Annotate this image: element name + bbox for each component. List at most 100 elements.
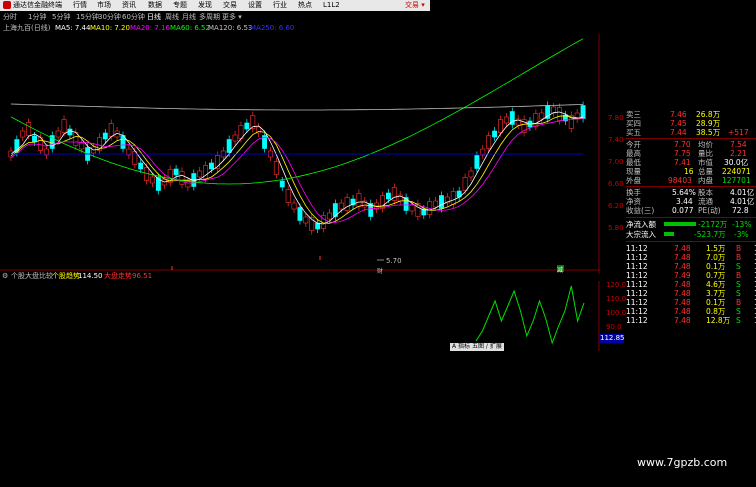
tab-indicator[interactable]: 指标 五图: [458, 343, 484, 350]
low-marker-text: 5.70: [386, 257, 402, 265]
stat-value: 7.75: [674, 149, 691, 158]
tick-price: 7.48: [674, 316, 691, 325]
menu-item-redian[interactable]: 热点: [298, 0, 312, 11]
subchart-header: ⚙ 个股大盘比较 个股趋势 114.50 大盘走势 96.51: [0, 272, 600, 281]
period-more-dropdown[interactable]: 更多 ▾: [222, 12, 242, 23]
menu-item-faxian[interactable]: 发现: [198, 0, 212, 11]
ma60-label: MA60: 6.52: [170, 24, 210, 32]
watermark: www.7gpzb.com: [637, 456, 728, 469]
tab-a[interactable]: A: [452, 343, 456, 350]
ma-legend: 上海九百(日线) MA5: 7.44 MA10: 7.20 MA20: 7.16…: [0, 23, 426, 33]
period-15min[interactable]: 15分钟: [76, 12, 99, 23]
menu-item-shuju[interactable]: 数据: [148, 0, 162, 11]
stat-label: 市值: [698, 158, 713, 167]
candle: [433, 200, 439, 208]
stat-row: 净资 3.44 流通 4.01亿: [602, 197, 756, 206]
stat-row: 今开 7.70 均价 7.54: [602, 140, 756, 149]
candle: [132, 151, 138, 165]
menu-item-l1l2[interactable]: L1L2: [323, 0, 340, 11]
flow-label: 大宗流入: [626, 230, 656, 239]
stat-label: 流通: [698, 197, 713, 206]
candle: [55, 130, 61, 138]
divider: [626, 217, 756, 218]
divider: [626, 138, 756, 139]
stat-value: 30.0亿: [724, 158, 749, 167]
period-fenshi[interactable]: 分时: [3, 12, 17, 23]
candle: [32, 135, 37, 143]
period-5min[interactable]: 5分钟: [52, 12, 70, 23]
bid-price: 7.45: [670, 119, 687, 128]
candle: [26, 122, 32, 136]
menu-item-shezhi[interactable]: 设置: [248, 0, 262, 11]
period-1min[interactable]: 1分钟: [28, 12, 46, 23]
ask-vol: 26.8万: [696, 110, 721, 119]
subchart-s1-label: 个股趋势: [52, 272, 80, 280]
stat-value: 127701: [722, 176, 751, 185]
flow-value: -2172万: [698, 220, 728, 229]
stat-value: 5.64%: [672, 188, 696, 197]
candle: [279, 180, 285, 188]
tick-price: 7.48: [674, 262, 691, 271]
tick-vol: 0.7万: [706, 271, 726, 280]
candle: [185, 180, 191, 188]
flow-label: 净流入额: [626, 220, 656, 229]
candle: [557, 107, 562, 121]
stat-label: 外盘: [626, 176, 641, 185]
divider: [626, 241, 756, 242]
period-30min[interactable]: 30分钟: [98, 12, 121, 23]
ma20-line: [10, 118, 584, 223]
subchart-title[interactable]: 个股大盘比较: [11, 272, 53, 281]
tick-price: 7.48: [674, 244, 691, 253]
ma120-line: [10, 103, 584, 111]
tick-time: 11:12: [626, 307, 648, 316]
menu-item-hangqing[interactable]: 行情: [73, 0, 87, 11]
tab-sep: /: [485, 343, 488, 350]
ma5-label: MA5: 7.44: [55, 24, 91, 32]
period-weekly[interactable]: 周线: [165, 12, 179, 23]
candle: [285, 189, 291, 203]
period-monthly[interactable]: 月线: [182, 12, 196, 23]
stat-value: 7.54: [730, 140, 747, 149]
stock-label: 上海九百(日线): [3, 24, 51, 32]
stat-value: 0.077: [672, 206, 694, 215]
stat-value: 72.8: [732, 206, 749, 215]
tick-vol: 7.0万: [706, 253, 726, 262]
flow-row: 大宗流入 -523.7万 -3%: [602, 230, 756, 239]
subchart-tabs: A 指标 五图 / 扩展: [450, 343, 504, 351]
tick-side: B: [736, 271, 742, 280]
tick-vol: 1.5万: [706, 244, 726, 253]
gear-icon[interactable]: ⚙: [2, 272, 8, 281]
stat-row: 现量 16 总量 224071: [602, 167, 756, 176]
menu-item-hangye[interactable]: 行业: [273, 0, 287, 11]
trade-button[interactable]: 交易 ▾: [405, 0, 425, 11]
menu-item-zixun[interactable]: 资讯: [122, 0, 136, 11]
candle: [326, 212, 332, 220]
candle: [498, 119, 503, 133]
menu-item-jiaoyi[interactable]: 交易: [223, 0, 237, 11]
candle: [197, 170, 203, 178]
stat-label: 内盘: [698, 176, 713, 185]
candle: [291, 202, 297, 210]
subchart-s1-value: 114.50: [78, 272, 103, 280]
bid-extra: +517: [728, 128, 749, 137]
ma10-line: [10, 115, 584, 224]
menu-item-shichang[interactable]: 市场: [97, 0, 111, 11]
stat-row: 最高 7.75 量比 2.21: [602, 149, 756, 158]
stat-value: 4.01亿: [730, 188, 755, 197]
period-60min[interactable]: 60分钟: [122, 12, 145, 23]
stat-value: 224071: [722, 167, 751, 176]
tick-price: 7.48: [674, 307, 691, 316]
period-daily[interactable]: 日线: [147, 12, 161, 23]
candles-group: [8, 101, 586, 235]
tick-row: 11:127.484.6万S1: [626, 280, 756, 289]
kline-chart[interactable]: 5.70 财 减: [0, 34, 600, 274]
tick-time: 11:12: [626, 244, 648, 253]
stat-label: 均价: [698, 140, 713, 149]
menu-item-zhuanti[interactable]: 专题: [173, 0, 187, 11]
quote-panel: 卖三 7.46 26.8万 买四 7.45 28.9万 买五 7.44 38.5…: [602, 110, 756, 354]
compare-chart[interactable]: [0, 281, 600, 351]
ma250-label: MA250: 6.60: [250, 24, 295, 32]
tab-extend[interactable]: 扩展: [490, 343, 502, 350]
period-multi[interactable]: 多周期: [199, 12, 220, 23]
tick-row: 11:127.480.1万S1: [626, 262, 756, 271]
